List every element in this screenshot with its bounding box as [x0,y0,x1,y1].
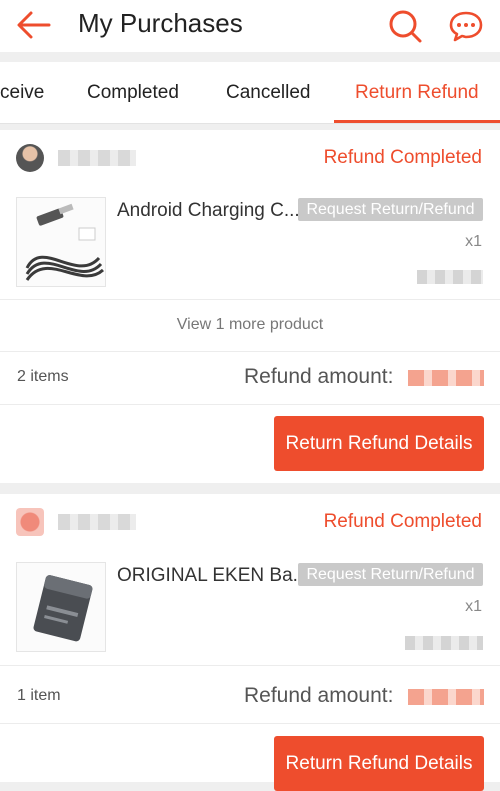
price-redacted [417,270,483,284]
avatar [16,508,44,536]
order-card[interactable]: Refund Completed ORIGINAL EKEN Ba... Req… [0,494,500,791]
order-status: Refund Completed [323,147,482,168]
request-return-tag: Request Return/Refund [298,563,483,586]
view-more-products-link[interactable]: View 1 more product [0,316,500,334]
product-name: Android Charging C... [117,200,300,221]
shop-name [58,150,136,166]
page-title: My Purchases [78,8,243,38]
refund-amount-redacted [408,370,484,386]
search-icon[interactable] [387,8,423,44]
divider [0,299,500,300]
divider [0,404,500,405]
arrow-left-icon[interactable] [16,10,52,40]
battery-image [17,563,105,651]
items-count: 2 items [17,368,69,385]
quantity: x1 [465,598,482,615]
request-return-tag: Request Return/Refund [298,198,483,221]
return-refund-details-button[interactable]: Return Refund Details [274,416,484,471]
charging-cable-image [17,198,105,286]
product-name: ORIGINAL EKEN Ba... [117,565,309,586]
active-tab-indicator [334,120,500,123]
avatar [16,144,44,172]
refund-amount-label: Refund amount: [244,684,394,707]
items-count: 1 item [17,687,61,704]
chat-icon[interactable] [448,8,484,44]
order-status-tabs: ceive Completed Cancelled Return Refund [0,62,500,124]
tab-return-refund[interactable]: Return Refund [355,82,479,104]
refund-amount-label: Refund amount: [244,365,394,388]
price-redacted [405,636,483,650]
shop-name [58,514,136,530]
product-image[interactable] [16,197,106,287]
quantity: x1 [465,233,482,250]
refund-amount-redacted [408,689,484,705]
order-card[interactable]: Refund Completed Android Charging C... R… [0,130,500,483]
product-image[interactable] [16,562,106,652]
shop-row[interactable]: Refund Completed [0,130,500,186]
app-header: My Purchases [0,0,500,52]
order-status: Refund Completed [323,511,482,532]
divider [0,351,500,352]
divider [0,665,500,666]
tab-to-receive[interactable]: ceive [0,82,44,104]
shop-row[interactable]: Refund Completed [0,494,500,550]
tab-cancelled[interactable]: Cancelled [226,82,311,104]
divider [0,723,500,724]
return-refund-details-button[interactable]: Return Refund Details [274,736,484,791]
tab-completed[interactable]: Completed [87,82,179,104]
